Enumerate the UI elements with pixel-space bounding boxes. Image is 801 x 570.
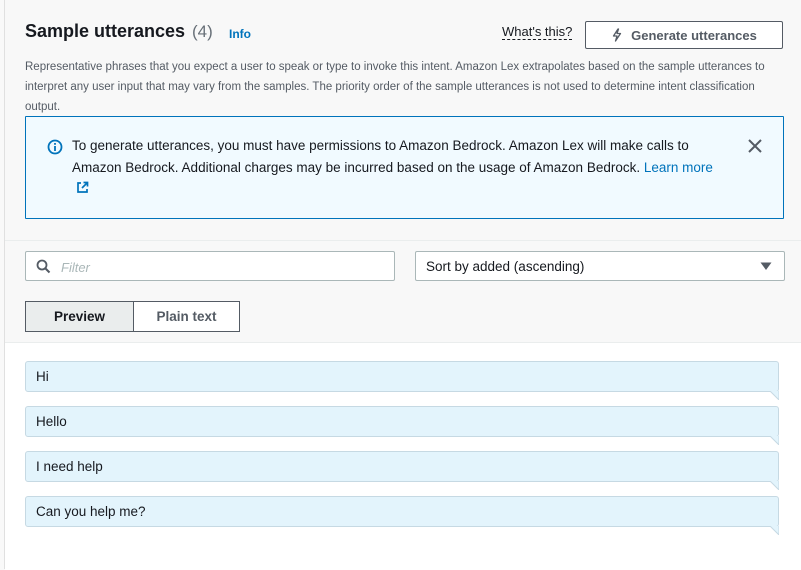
speech-tail bbox=[770, 436, 779, 445]
filter-placeholder: Filter bbox=[61, 260, 90, 275]
plain-text-toggle[interactable]: Plain text bbox=[134, 301, 240, 332]
close-icon[interactable] bbox=[746, 137, 764, 155]
header-section: Sample utterances (4) Info What's this? … bbox=[5, 0, 801, 240]
generate-utterances-button[interactable]: Generate utterances bbox=[585, 21, 783, 49]
utterance-item[interactable]: Hello bbox=[25, 406, 779, 445]
utterance-item[interactable]: I need help bbox=[25, 451, 779, 490]
bedrock-permission-alert: To generate utterances, you must have pe… bbox=[25, 116, 784, 219]
utterance-text: I need help bbox=[36, 459, 103, 474]
utterance-item[interactable]: Can you help me? bbox=[25, 496, 779, 535]
utterance-text: Can you help me? bbox=[36, 504, 146, 519]
alert-message-block: To generate utterances, you must have pe… bbox=[72, 135, 722, 200]
speech-tail bbox=[770, 526, 779, 535]
generate-utterances-label: Generate utterances bbox=[631, 27, 757, 43]
section-description: Representative phrases that you expect a… bbox=[25, 61, 765, 113]
utterance-item[interactable]: Hi bbox=[25, 361, 779, 400]
utterance-text: Hello bbox=[36, 414, 67, 429]
speech-tail bbox=[770, 391, 779, 400]
learn-more-label: Learn more bbox=[643, 159, 713, 175]
sample-utterances-panel: Sample utterances (4) Info What's this? … bbox=[4, 0, 801, 570]
info-link[interactable]: Info bbox=[229, 27, 251, 41]
info-icon bbox=[47, 139, 63, 155]
sort-selected-value: Sort by added (ascending) bbox=[426, 259, 585, 274]
section-title: Sample utterances bbox=[25, 21, 186, 41]
search-icon bbox=[36, 259, 51, 274]
whats-this-link[interactable]: What's this? bbox=[502, 25, 573, 40]
utterance-count: (4) bbox=[192, 22, 213, 41]
external-link-icon bbox=[77, 181, 89, 193]
filter-input[interactable]: Filter bbox=[25, 251, 395, 281]
preview-toggle[interactable]: Preview bbox=[25, 301, 134, 332]
caret-down-icon bbox=[760, 262, 772, 270]
sort-select[interactable]: Sort by added (ascending) bbox=[415, 251, 785, 281]
alert-message: To generate utterances, you must have pe… bbox=[72, 138, 689, 175]
lightning-icon bbox=[612, 28, 622, 42]
speech-tail bbox=[770, 481, 779, 490]
utterance-text: Hi bbox=[36, 369, 49, 384]
